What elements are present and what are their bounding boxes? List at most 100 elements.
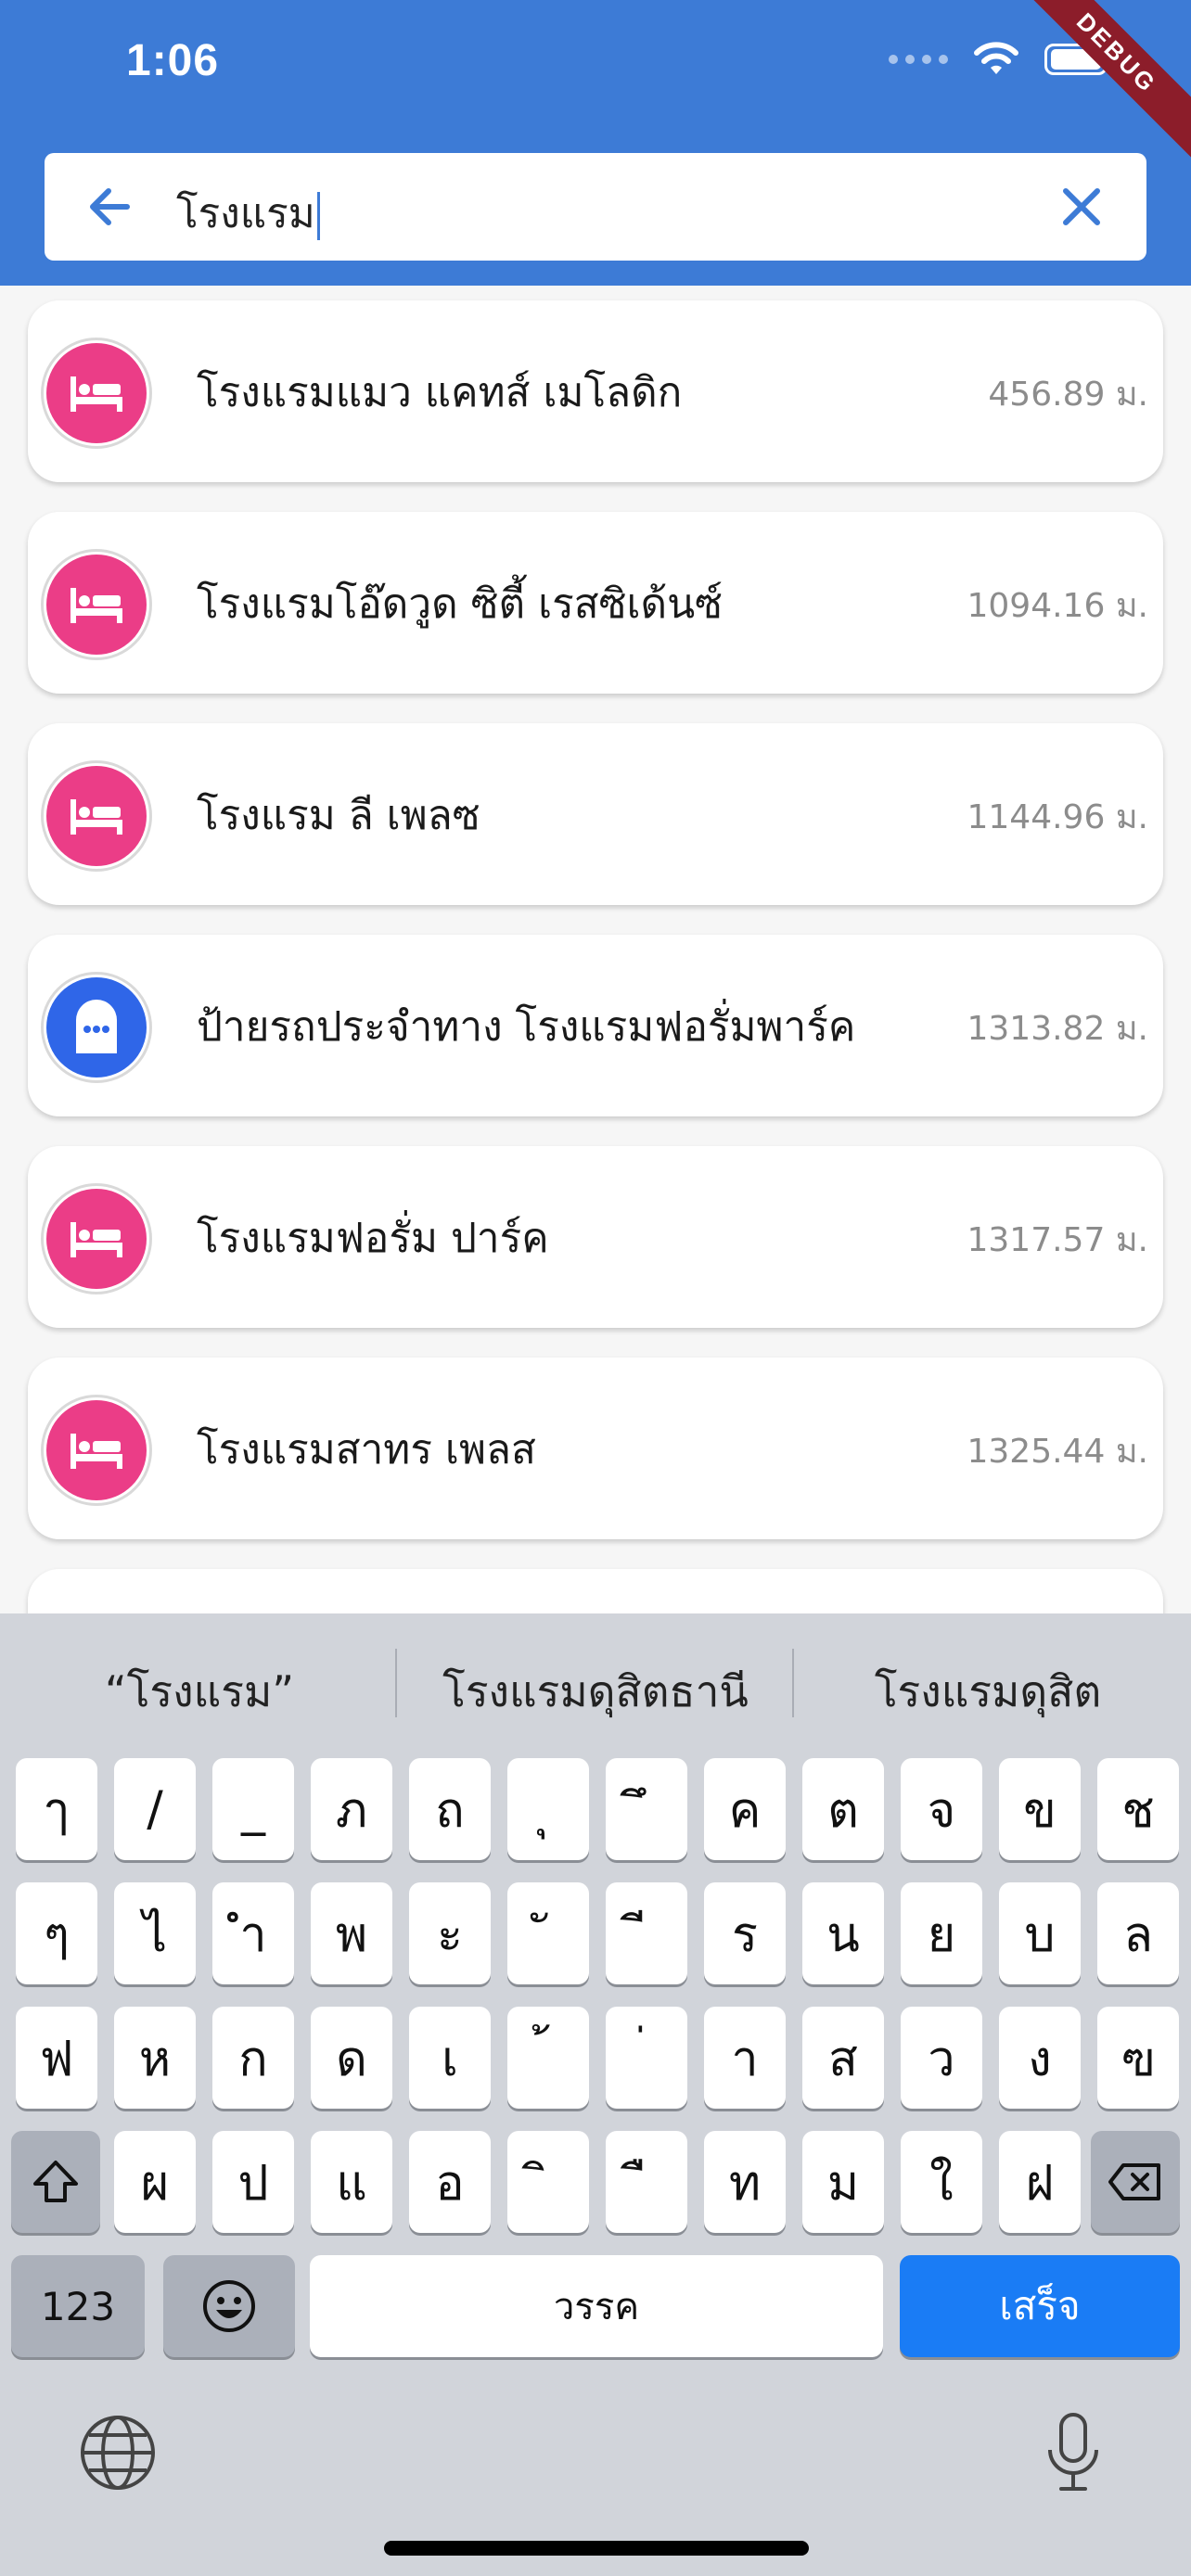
result-title: โรงแรมสาทร เพลส: [197, 1426, 536, 1473]
back-button[interactable]: [82, 179, 137, 235]
result-avatar: [41, 338, 152, 449]
result-avatar: [41, 972, 152, 1083]
microphone-icon[interactable]: [1041, 2411, 1106, 2494]
key-row2-7[interactable]: ร: [704, 1882, 786, 1984]
key-row1-8[interactable]: ต: [802, 1758, 884, 1860]
home-indicator: [384, 2541, 809, 2556]
key-row4-3[interactable]: อ: [409, 2131, 491, 2233]
key-row1-2[interactable]: _: [212, 1758, 294, 1860]
key-row3-5[interactable]: ้: [507, 2007, 589, 2109]
key-row4-9[interactable]: ฝ: [999, 2131, 1081, 2233]
keyboard: “โรงแรม” โรงแรมดุสิตธานี โรงแรมดุสิต ๅ / _…: [0, 1613, 1191, 2576]
key-row2-1[interactable]: ไ: [114, 1882, 196, 1984]
result-title: ป้ายรถประจำทาง โรงแรมฟอรั่มพาร์ค: [197, 1003, 856, 1051]
result-card[interactable]: โรงแรมสาทร เพลส 1325.44 ม.: [28, 1358, 1163, 1539]
result-card[interactable]: โรงแรม ลี เพลซ 1144.96 ม.: [28, 723, 1163, 905]
result-card[interactable]: โรงแรมแมว แคทส์ เมโลดิก 456.89 ม.: [28, 300, 1163, 482]
hotel-icon: [46, 766, 147, 866]
key-row4-5[interactable]: ื: [606, 2131, 687, 2233]
result-title: โรงแรมแมว แคทส์ เมโลดิก: [197, 369, 683, 416]
result-title: โรงแรม ลี เพลซ: [197, 792, 480, 839]
key-row3-6[interactable]: ่: [606, 2007, 687, 2109]
delete-key[interactable]: [1091, 2131, 1180, 2233]
hotel-icon: [46, 1189, 147, 1289]
result-avatar: [41, 760, 152, 872]
key-row3-2[interactable]: ก: [212, 2007, 294, 2109]
key-row2-5[interactable]: ั: [507, 1882, 589, 1984]
key-row3-4[interactable]: เ: [409, 2007, 491, 2109]
key-row4-2[interactable]: แ: [311, 2131, 392, 2233]
suggestion-1[interactable]: “โรงแรม”: [56, 1658, 343, 1726]
suggestion-3[interactable]: โรงแรมดุสิต: [816, 1658, 1159, 1726]
key-row3-3[interactable]: ด: [311, 2007, 392, 2109]
search-bar: โรงแรม: [45, 153, 1146, 261]
key-row2-11[interactable]: ล: [1097, 1882, 1179, 1984]
key-row4-4[interactable]: ิ: [507, 2131, 589, 2233]
suggestion-2[interactable]: โรงแรมดุสิตธานี: [419, 1658, 772, 1726]
key-row2-2[interactable]: ำ: [212, 1882, 294, 1984]
result-card[interactable]: ป้ายรถประจำทาง โรงแรมฟอรั่มพาร์ค 1313.82 …: [28, 935, 1163, 1116]
key-row3-0[interactable]: ฟ: [16, 2007, 97, 2109]
key-row1-1[interactable]: /: [114, 1758, 196, 1860]
key-row2-3[interactable]: พ: [311, 1882, 392, 1984]
key-row4-8[interactable]: ใ: [901, 2131, 982, 2233]
key-row1-9[interactable]: จ: [901, 1758, 982, 1860]
app-bar: 1:06 DEBUG โรงแรม: [0, 0, 1191, 286]
result-distance: 1094.16 ม.: [967, 587, 1149, 625]
suggestion-divider: [395, 1649, 397, 1717]
space-key[interactable]: วรรค: [310, 2255, 883, 2357]
backspace-icon: [1108, 2163, 1160, 2200]
key-row1-3[interactable]: ภ: [311, 1758, 392, 1860]
status-time: 1:06: [126, 36, 220, 85]
result-avatar: [41, 549, 152, 660]
key-row1-10[interactable]: ข: [999, 1758, 1081, 1860]
key-row3-1[interactable]: ห: [114, 2007, 196, 2109]
result-distance: 1313.82 ม.: [967, 1010, 1149, 1048]
key-row1-7[interactable]: ค: [704, 1758, 786, 1860]
emoji-key[interactable]: [163, 2255, 295, 2357]
key-row3-8[interactable]: ส: [802, 2007, 884, 2109]
key-row3-7[interactable]: า: [704, 2007, 786, 2109]
hotel-icon: [46, 1400, 147, 1500]
clear-search-button[interactable]: [1054, 179, 1109, 235]
key-row1-11[interactable]: ช: [1097, 1758, 1179, 1860]
arrow-back-icon: [90, 188, 130, 225]
search-input[interactable]: โรงแรม: [176, 181, 320, 246]
key-row2-9[interactable]: ย: [901, 1882, 982, 1984]
globe-icon[interactable]: [78, 2413, 158, 2493]
result-title: โรงแรมฟอรั่ม ปาร์ค: [197, 1215, 549, 1262]
numbers-key[interactable]: 123: [11, 2255, 145, 2357]
screen: 1:06 DEBUG โรงแรม โรงแรมแมว แคทส์ เมโลดิ…: [0, 0, 1191, 2576]
result-card[interactable]: โรงแรมฟอรั่ม ปาร์ค 1317.57 ม.: [28, 1146, 1163, 1328]
status-icons: [889, 41, 1113, 78]
result-distance: 1144.96 ม.: [967, 798, 1149, 836]
key-row4-6[interactable]: ท: [704, 2131, 786, 2233]
key-row4-1[interactable]: ป: [212, 2131, 294, 2233]
key-row1-5[interactable]: ุ: [507, 1758, 589, 1860]
shift-key[interactable]: [11, 2131, 100, 2233]
key-row1-0[interactable]: ๅ: [16, 1758, 97, 1860]
key-row2-0[interactable]: ๆ: [16, 1882, 97, 1984]
key-row1-6[interactable]: ึ: [606, 1758, 687, 1860]
key-row2-10[interactable]: บ: [999, 1882, 1081, 1984]
text-caret: [316, 192, 320, 240]
result-card[interactable]: โรงแรมโอ๊ดวูด ซิตี้ เรสซิเด้นซ์ 1094.16 ม…: [28, 512, 1163, 694]
key-row2-8[interactable]: น: [802, 1882, 884, 1984]
key-row3-10[interactable]: ง: [999, 2007, 1081, 2109]
bus-stop-icon: [46, 977, 147, 1078]
search-input-value: โรงแรม: [176, 190, 315, 237]
result-distance: 1317.57 ม.: [967, 1221, 1149, 1259]
done-key[interactable]: เสร็จ: [900, 2255, 1180, 2357]
shift-icon: [33, 2161, 78, 2202]
debug-banner: DEBUG: [1003, 0, 1191, 167]
key-row2-4[interactable]: ะ: [409, 1882, 491, 1984]
key-row4-7[interactable]: ม: [802, 2131, 884, 2233]
key-row3-9[interactable]: ว: [901, 2007, 982, 2109]
hotel-icon: [46, 343, 147, 443]
suggestion-divider: [792, 1649, 794, 1717]
cellular-signal-icon: [889, 55, 948, 64]
key-row3-11[interactable]: ฃ: [1097, 2007, 1179, 2109]
key-row1-4[interactable]: ถ: [409, 1758, 491, 1860]
key-row2-6[interactable]: ี: [606, 1882, 687, 1984]
key-row4-0[interactable]: ผ: [114, 2131, 196, 2233]
